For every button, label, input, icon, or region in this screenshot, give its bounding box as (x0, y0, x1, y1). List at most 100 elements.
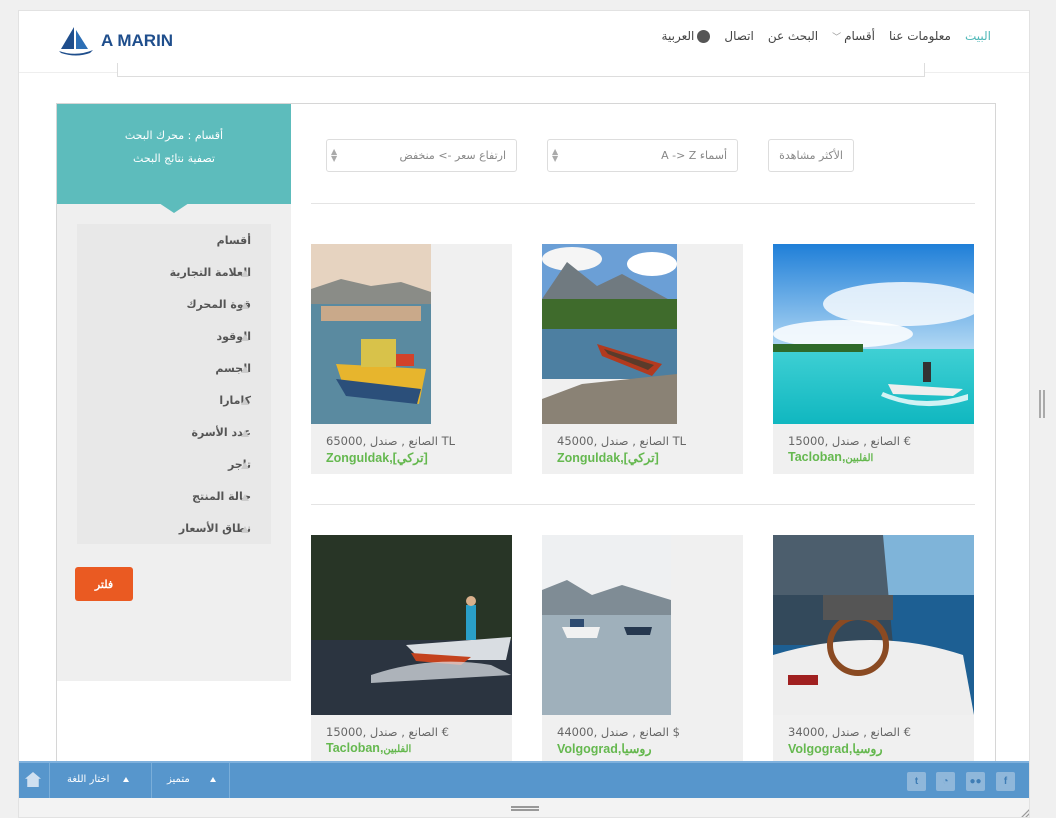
drag-handle-icon[interactable] (511, 806, 539, 811)
name-sort-label: أسماء A -> Z (661, 149, 727, 162)
listing-country: روسيا (852, 742, 883, 756)
logo-text: A MARIN (101, 31, 174, 50)
filter-brand[interactable]: العلامة التجارية (77, 256, 271, 288)
language-label: اختار اللغة (67, 774, 110, 785)
listing-city: Zonguldak, (557, 451, 624, 465)
listing-location: Tacloban,الفلبين (788, 450, 873, 464)
listing-photo (773, 244, 974, 424)
language-menu[interactable]: اختار اللغة (67, 774, 137, 785)
nav-categories[interactable]: أقسام ﹀ (832, 29, 875, 43)
featured-menu[interactable]: متميز (167, 774, 224, 785)
listing-city: Volgograd, (557, 742, 622, 756)
site-logo[interactable]: A MARIN (57, 25, 173, 57)
most-viewed-label: الأكثر مشاهدة (779, 149, 843, 162)
expand-icon (241, 462, 249, 469)
browser-frame: A MARIN البيت معلومات عنا أقسام ﹀ البحث ع… (18, 10, 1030, 818)
rss-icon[interactable]: ◔ (936, 772, 955, 791)
most-viewed-button[interactable]: الأكثر مشاهدة (768, 139, 854, 172)
nav-contact-label: اتصال (724, 29, 754, 43)
listing-card[interactable]: 45000, الصانع , صندل TL Zonguldak,[تركي] (542, 244, 743, 474)
sidebar-subtitle: تصفية نتائج البحث (133, 152, 215, 165)
price-sort-label: ارتفاع سعر -> منخفض (399, 149, 506, 162)
expand-icon (241, 526, 249, 533)
status-bar (19, 798, 1030, 818)
filter-body[interactable]: الجسم (77, 352, 271, 384)
expand-icon (241, 270, 249, 277)
listing-city: Tacloban, (326, 741, 384, 755)
flickr-icon[interactable]: ●● (966, 772, 985, 791)
spinner-icon: ▲ ▼ (552, 147, 559, 163)
caret-up-icon (209, 777, 216, 782)
filter-sidebar: أقسام : محرك البحث تصفية نتائج البحث أقس… (57, 104, 291, 681)
filter-label: أقسام (216, 234, 251, 247)
expand-icon (241, 494, 249, 501)
listing-card[interactable]: 65000, الصانع , صندل TL Zonguldak,[تركي] (311, 244, 512, 474)
listing-price: 65000, الصانع , صندل TL (326, 434, 456, 448)
twitter-icon[interactable]: t (907, 772, 926, 791)
listing-location: Zonguldak,[تركي] (326, 450, 428, 465)
spinner-icon: ▲ ▼ (331, 147, 338, 163)
scroll-handle[interactable] (1039, 390, 1045, 418)
listing-photo (311, 535, 512, 715)
listing-card[interactable]: 15000, الصانع , صندل € Tacloban,الفلبين (773, 244, 974, 474)
listing-card[interactable]: 15000, الصانع , صندل € Tacloban,الفلبين (311, 535, 512, 765)
featured-label: متميز (167, 774, 190, 785)
nav-search-label: البحث عن (767, 29, 819, 43)
listing-photo (773, 535, 974, 715)
home-icon[interactable] (25, 772, 41, 787)
listing-country: الفلبين (383, 744, 412, 755)
sidebar-title: أقسام : محرك البحث (124, 129, 224, 142)
listing-photo (311, 244, 431, 424)
listing-country: روسيا (621, 742, 652, 756)
listing-price: 15000, الصانع , صندل € (326, 725, 449, 739)
nav-home[interactable]: البيت (965, 29, 991, 43)
caret-up-icon (123, 777, 130, 782)
listing-price: 15000, الصانع , صندل € (788, 434, 911, 448)
listing-price: 34000, الصانع , صندل € (788, 725, 911, 739)
nav-home-label: البيت (964, 29, 991, 43)
sidebar-header: أقسام : محرك البحث تصفية نتائج البحث (57, 104, 291, 204)
listing-card[interactable]: 44000, الصانع , صندل $ Volgograd,روسيا (542, 535, 743, 765)
nav-search[interactable]: البحث عن (768, 29, 818, 43)
listing-location: Volgograd,روسيا (788, 741, 883, 756)
listing-photo (542, 535, 671, 715)
separator (229, 763, 230, 798)
facebook-icon[interactable]: f (996, 772, 1015, 791)
filter-label: العلامة التجارية (169, 266, 251, 279)
main-nav: البيت معلومات عنا أقسام ﹀ البحث عن اتصال … (648, 29, 991, 43)
price-sort-select[interactable]: ارتفاع سعر -> منخفض ▲ ▼ (326, 139, 517, 172)
filter-cabins[interactable]: كامارا (77, 384, 271, 416)
divider (311, 504, 975, 505)
expand-icon (241, 366, 249, 373)
expand-icon (241, 398, 249, 405)
nav-language-label: العربية (661, 29, 695, 43)
listing-country: الفلبين (845, 453, 874, 464)
bottom-toolbar: اختار اللغة متميز t ◔ ●● f (19, 761, 1029, 798)
filter-price-range[interactable]: نطاق الأسعار (77, 512, 271, 544)
listing-photo (542, 244, 677, 424)
expand-icon (241, 334, 249, 341)
sidebar-arrow (159, 203, 189, 213)
resize-grip-icon[interactable] (1019, 807, 1030, 818)
nav-about-label: معلومات عنا (888, 29, 951, 43)
nav-about[interactable]: معلومات عنا (889, 29, 951, 43)
name-sort-select[interactable]: أسماء A -> Z ▲ ▼ (547, 139, 738, 172)
sailboat-icon (59, 27, 93, 56)
filter-categories[interactable]: أقسام (77, 224, 271, 256)
filter-button[interactable]: فلتر (75, 567, 133, 601)
nav-contact[interactable]: اتصال (724, 29, 753, 43)
filter-beds[interactable]: عدد الأسرة (77, 416, 271, 448)
globe-icon (697, 29, 711, 43)
listing-country: [تركي] (392, 451, 428, 465)
listing-card[interactable]: 34000, الصانع , صندل € Volgograd,روسيا (773, 535, 974, 765)
filter-engine-power[interactable]: قوة المحرك (77, 288, 271, 320)
nav-language[interactable]: العربية (662, 29, 711, 43)
listing-country: [تركي] (623, 451, 659, 465)
listing-location: Tacloban,الفلبين (326, 741, 411, 755)
expand-icon (241, 430, 249, 437)
filter-condition[interactable]: حالة المنتج (77, 480, 271, 512)
separator (49, 763, 50, 798)
listing-location: Zonguldak,[تركي] (557, 450, 659, 465)
filter-fuel[interactable]: الوقود (77, 320, 271, 352)
filter-dealer[interactable]: تاجر (77, 448, 271, 480)
